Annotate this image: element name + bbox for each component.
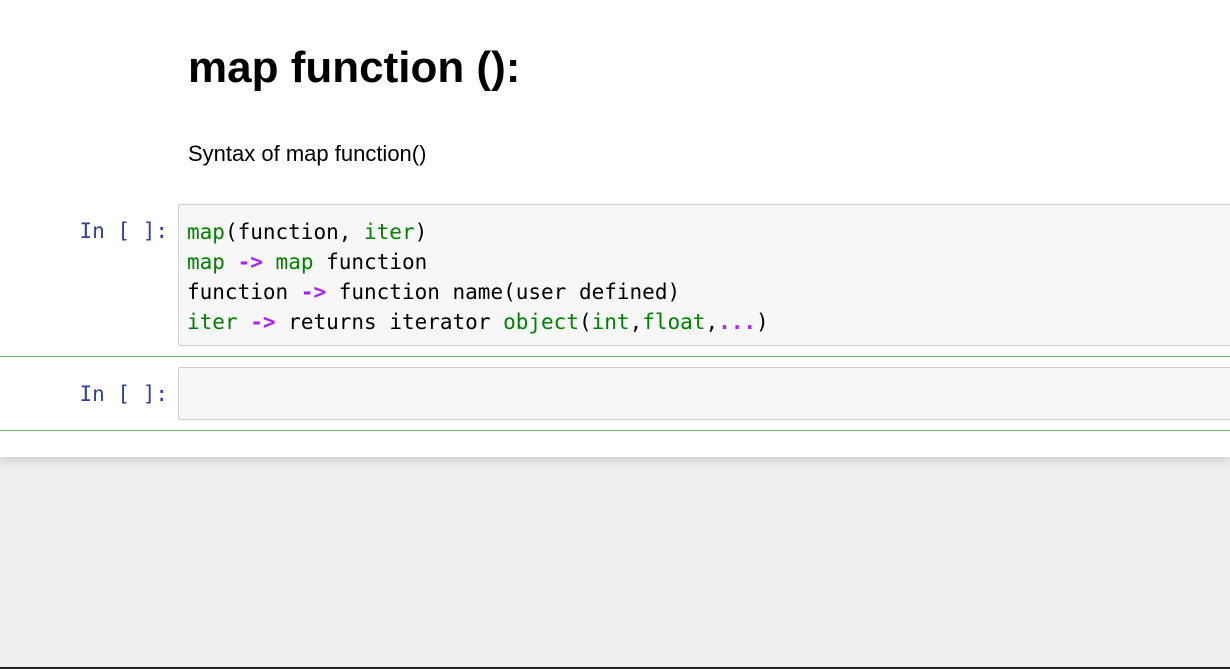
code-line: map(function, iter) [187, 220, 427, 244]
code-token-builtin: map [187, 250, 225, 274]
notebook-container: map function (): Syntax of map function(… [0, 0, 1230, 457]
code-token-builtin: iter [187, 310, 238, 334]
cell-2-bottom-border [0, 430, 1230, 431]
markdown-heading: map function (): [188, 43, 521, 92]
cell-1-code[interactable]: map(function, iter) map -> map function … [179, 205, 1230, 337]
code-token-plain: function [187, 280, 301, 304]
code-token-op: -> [300, 280, 327, 304]
code-token-plain: ( [578, 310, 592, 334]
markdown-paragraph: Syntax of map function() [188, 141, 427, 166]
code-token-plain: (function, [224, 220, 365, 244]
code-token-plain: ) [414, 220, 428, 244]
code-line: iter -> returns iterator object(int,floa… [187, 310, 769, 334]
code-token-op: -> [237, 250, 263, 274]
cell-1-input[interactable]: map(function, iter) map -> map function … [178, 204, 1230, 346]
code-token-plain: ) [756, 310, 769, 334]
cell-2-code[interactable] [179, 368, 1230, 380]
code-token-plain: , [705, 310, 719, 334]
code-token-op: -> [250, 310, 276, 334]
code-token-plain: function name(user defined) [326, 280, 681, 304]
code-token-builtin: map [187, 220, 225, 244]
cell-2-input[interactable] [178, 367, 1230, 420]
code-token-plain: , [629, 310, 643, 334]
code-token-builtin: map [275, 250, 314, 274]
code-token-plain: returns iterator [275, 310, 504, 334]
code-token-plain: function [313, 250, 428, 274]
code-token-builtin: int [591, 310, 630, 334]
code-token-builtin: object [503, 310, 579, 334]
code-token-op: ... [718, 310, 757, 334]
cell-1-prompt: In [ ]: [79, 219, 168, 243]
code-token-builtin: float [642, 310, 706, 334]
cell-2-prompt: In [ ]: [79, 382, 168, 406]
code-line: map -> map function [187, 250, 427, 274]
code-token-builtin: iter [364, 220, 415, 244]
cell-1-bottom-border [0, 356, 1230, 357]
code-line: function -> function name(user defined) [187, 280, 680, 304]
